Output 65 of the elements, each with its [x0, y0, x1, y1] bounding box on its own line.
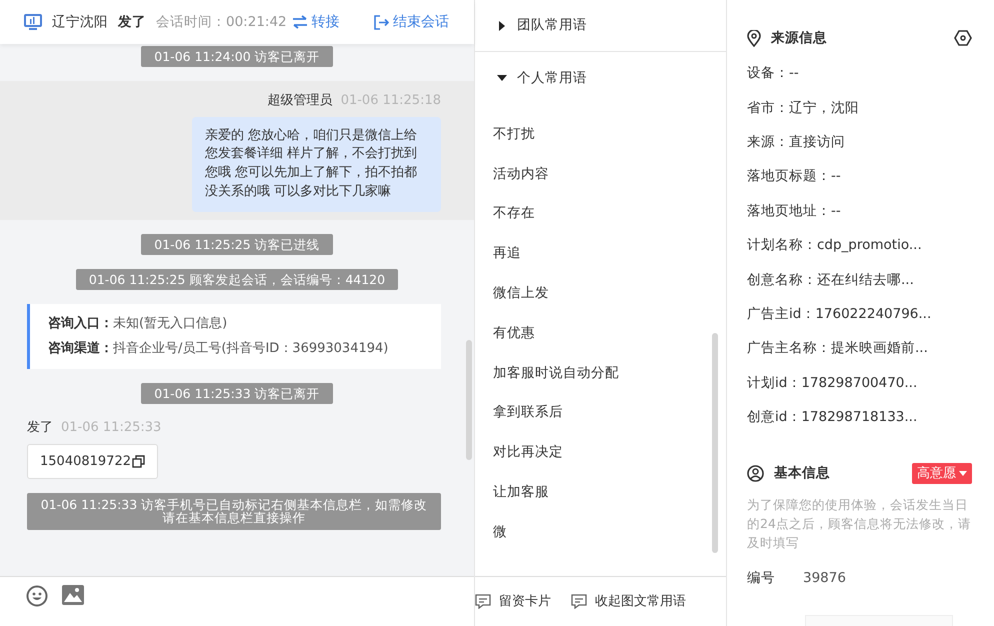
info-field: 设备：--: [747, 56, 972, 91]
system-message: 01-06 11:25:25 访客已进线: [141, 234, 333, 255]
copy-icon[interactable]: [132, 455, 145, 468]
system-message: 01-06 11:25:33 访客手机号已自动标记右侧基本信息栏，如需修改请在基本信息栏直接操作: [27, 493, 441, 530]
sender-name: 发了: [27, 419, 53, 438]
user-icon: [747, 464, 764, 482]
info-field: 创意id：178298718133...: [747, 400, 972, 435]
phrase-item[interactable]: 加客服时说自动分配: [475, 352, 726, 393]
info-field: 广告主名称：提米映画婚前...: [747, 331, 972, 366]
session-time: 会话时间：00:21:42: [156, 12, 287, 32]
info-field: 省市：辽宁，沈阳: [747, 90, 972, 126]
scrollbar[interactable]: [712, 333, 718, 553]
comment-icon: [475, 594, 491, 609]
phone-number: 15040819722: [40, 452, 131, 471]
phrase-item[interactable]: 活动内容: [475, 154, 726, 194]
exit-icon: [374, 14, 389, 30]
phrase-item[interactable]: 微: [475, 512, 726, 552]
message-time: 01-06 11:25:33: [61, 419, 162, 438]
intent-tag[interactable]: 高意愿: [912, 462, 972, 484]
field-value: 39876: [803, 569, 846, 588]
monitor-icon: [24, 14, 42, 30]
info-field: 广告主id：176022240796...: [747, 296, 972, 332]
comment-icon: [571, 594, 587, 609]
phrase-item[interactable]: 微信上发: [475, 273, 726, 313]
info-field: 计划id：178298700470...: [747, 366, 972, 400]
footer-button[interactable]: 收起图文常用语: [571, 592, 686, 612]
location-text: 辽宁沈阳: [52, 12, 108, 32]
caret-down-icon: [497, 73, 507, 83]
footer-button[interactable]: 留资卡片: [475, 592, 551, 612]
system-message: 01-06 11:25:33 访客已离开: [141, 383, 333, 404]
settings-icon[interactable]: [954, 30, 972, 46]
field-label: 编号: [747, 569, 776, 588]
info-field: 落地页标题：--: [747, 159, 972, 194]
sender-name: 超级管理员: [268, 92, 333, 110]
scrollbar[interactable]: [466, 340, 472, 460]
transfer-icon: [292, 15, 308, 29]
phrase-item[interactable]: 让加客服: [475, 472, 726, 512]
visitor-name: 发了: [118, 12, 146, 32]
image-icon[interactable]: [62, 585, 84, 605]
info-row-text: 咨询入口：未知(暂无入口信息): [48, 314, 228, 333]
phrase-group-header[interactable]: 个人常用语: [475, 52, 726, 104]
phrase-group-header[interactable]: 团队常用语: [475, 0, 726, 52]
end-session-button[interactable]: 结束会话: [373, 10, 450, 34]
system-message: 01-06 11:24:00 访客已离开: [141, 46, 333, 67]
phrase-item[interactable]: 对比再决定: [475, 432, 726, 472]
phrase-item[interactable]: 不打扰: [475, 114, 726, 154]
section-title: 基本信息: [774, 464, 830, 484]
info-field: 落地页地址：--: [747, 194, 972, 228]
info-row-text: 咨询渠道：抖音企业号/员工号(抖音号ID：36993034194): [48, 340, 390, 358]
phrase-item[interactable]: 拿到联系后: [475, 392, 726, 432]
location-pin-icon: [747, 30, 761, 47]
message-bubble: 亲爱的 您放心哈，咱们只是微信上给您发套餐详细 样片了解，不会打扰到您哦 您可以先加上了解下，拍不拍都没关系的哦 可以多对比下几家嘛: [192, 116, 441, 212]
notice-text: 为了保障您的使用体验，会话发生当日的24点之后，顾客信息将无法修改，请及时填写: [747, 496, 972, 552]
transfer-button[interactable]: 转接: [290, 10, 341, 34]
caret-right-icon: [497, 20, 507, 30]
info-field: 计划名称：cdp_promotio...: [747, 228, 972, 263]
phrase-item[interactable]: 有优惠: [475, 312, 726, 353]
system-message: 01-06 11:25:25 顾客发起会话，会话编号：44120: [76, 268, 398, 290]
phrase-item[interactable]: 不存在: [475, 194, 726, 234]
emoji-icon[interactable]: [26, 585, 48, 607]
section-title: 来源信息: [771, 29, 827, 48]
phrase-item[interactable]: 再追: [475, 233, 726, 274]
info-field: 创意名称：还在纠结去哪...: [747, 262, 972, 297]
info-field: 来源：直接访问: [747, 125, 972, 160]
caret-down-icon: [959, 470, 967, 476]
